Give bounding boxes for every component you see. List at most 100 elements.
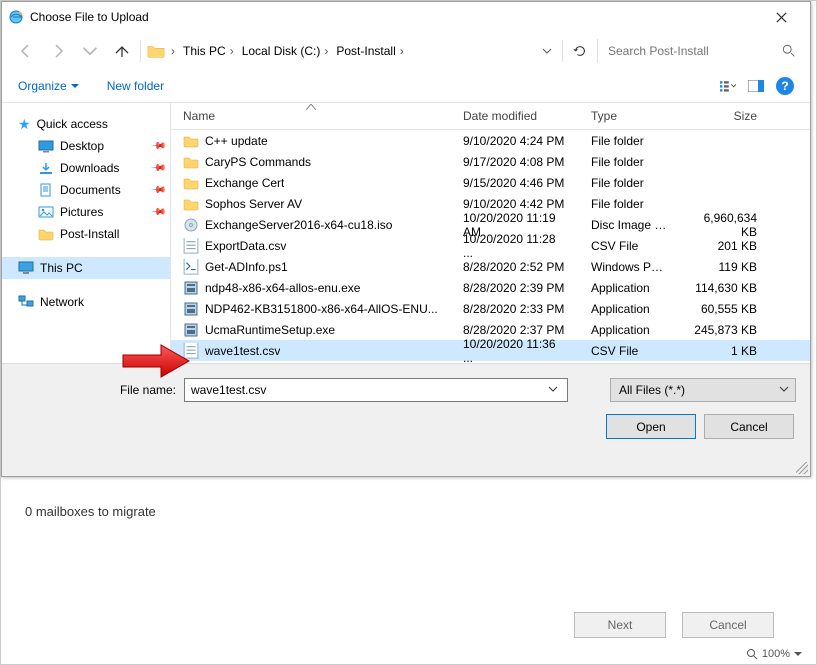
breadcrumb-root[interactable]: › [145,39,181,63]
quick-access-icon: ★ [18,116,31,133]
file-date: 8/28/2020 2:37 PM [451,323,579,337]
folder-icon [183,154,199,170]
title-bar: Choose File to Upload [2,2,810,32]
chevron-down-icon [779,384,789,394]
column-type[interactable]: Type [579,109,679,123]
forward-button[interactable] [44,39,72,63]
file-size: 245,873 KB [679,323,769,337]
open-button[interactable]: Open [606,414,696,439]
chevron-down-icon [82,43,98,59]
file-name: wave1test.csv [205,344,280,358]
pin-icon: 📌 [149,160,166,177]
csv-icon [183,238,199,254]
file-row[interactable]: ndp48-x86-x64-allos-enu.exe8/28/2020 2:3… [171,277,810,298]
arrow-right-icon [50,43,66,59]
network-icon [18,295,34,309]
pin-icon: 📌 [149,182,166,199]
sidebar-network[interactable]: Network [2,291,170,313]
breadcrumb-seg-0[interactable]: This PC› [181,39,240,63]
file-list: Name Date modified Type Size C++ update 9… [171,103,810,363]
preview-pane-button[interactable] [742,74,770,98]
file-type: CSV File [579,239,679,253]
disc-icon [183,217,199,233]
sidebar-item-downloads[interactable]: Downloads 📌 [2,157,170,179]
sidebar-this-pc[interactable]: This PC [2,257,170,279]
breadcrumb-seg-1[interactable]: Local Disk (C:)› [240,39,335,63]
file-date: 9/10/2020 4:24 PM [451,134,579,148]
file-date: 10/20/2020 11:28 ... [451,232,579,260]
zoom-indicator[interactable]: 100% [746,648,802,660]
file-name: Get-ADInfo.ps1 [205,260,288,274]
organize-menu[interactable]: Organize [18,79,79,93]
chevron-down-icon [794,650,802,658]
pictures-icon [38,205,54,219]
mailboxes-count-label: 0 mailboxes to migrate [25,504,792,519]
cancel-button[interactable]: Cancel [704,414,794,439]
breadcrumb[interactable]: › This PC› Local Disk (C:)› Post-Install… [145,39,532,63]
next-button[interactable]: Next [574,612,666,638]
view-options-button[interactable] [714,74,742,98]
pin-icon: 📌 [149,204,166,221]
sidebar-quick-access[interactable]: ★ Quick access [2,113,170,135]
internet-explorer-icon [8,9,24,25]
column-size[interactable]: Size [679,109,769,123]
search-box[interactable] [597,39,800,63]
file-name-input[interactable] [184,378,568,402]
chevron-down-icon [542,46,552,56]
sidebar-item-label: Documents [60,183,121,197]
file-type: CSV File [579,344,679,358]
column-date[interactable]: Date modified [451,109,579,123]
wizard-cancel-button[interactable]: Cancel [682,612,774,638]
column-name[interactable]: Name [171,109,451,123]
toolbar: Organize New folder ? [2,70,810,103]
up-button[interactable] [108,39,136,63]
file-name: UcmaRuntimeSetup.exe [205,323,335,337]
recent-locations-button[interactable] [76,39,104,63]
sidebar-item-post-install[interactable]: Post-Install [2,223,170,245]
file-row[interactable]: CaryPS Commands9/17/2020 4:08 PMFile fol… [171,151,810,172]
sidebar-item-label: Pictures [60,205,103,219]
sidebar-item-desktop[interactable]: Desktop📌 [2,135,170,157]
refresh-button[interactable] [567,39,593,63]
file-row[interactable]: wave1test.csv10/20/2020 11:36 ...CSV Fil… [171,340,810,361]
search-input[interactable] [606,43,782,59]
file-open-dialog: Choose File to Upload [1,1,811,477]
help-button[interactable]: ? [776,77,794,95]
file-row[interactable]: Exchange Cert9/15/2020 4:46 PMFile folde… [171,172,810,193]
file-name: ExportData.csv [205,239,286,253]
file-type: Application [579,281,679,295]
dialog-body: ★ Quick access Desktop📌Downloads📌Documen… [2,103,810,363]
file-date: 10/20/2020 11:36 ... [451,337,579,365]
file-name: C++ update [205,134,268,148]
file-row[interactable]: Get-ADInfo.ps18/28/2020 2:52 PMWindows P… [171,256,810,277]
sidebar-item-documents[interactable]: Documents 📌 [2,179,170,201]
exe-icon [183,301,199,317]
file-name: Sophos Server AV [205,197,302,211]
back-button[interactable] [12,39,40,63]
csv-icon [183,343,199,359]
address-bar: › This PC› Local Disk (C:)› Post-Install… [2,32,810,70]
file-name: Exchange Cert [205,176,284,190]
new-folder-button[interactable]: New folder [107,79,164,93]
divider [562,40,563,62]
breadcrumb-dropdown[interactable] [536,46,558,56]
sidebar-item-label: Downloads [60,161,119,175]
column-headers[interactable]: Name Date modified Type Size [171,103,810,130]
file-type: File folder [579,176,679,190]
sidebar-item-pictures[interactable]: Pictures 📌 [2,201,170,223]
file-name: NDP462-KB3151800-x86-x64-AllOS-ENU... [205,302,438,316]
file-date: 9/10/2020 4:42 PM [451,197,579,211]
file-date: 9/17/2020 4:08 PM [451,155,579,169]
divider [140,40,141,62]
file-date: 8/28/2020 2:33 PM [451,302,579,316]
file-row[interactable]: ExportData.csv10/20/2020 11:28 ...CSV Fi… [171,235,810,256]
pin-icon: 📌 [149,138,166,155]
breadcrumb-seg-2[interactable]: Post-Install› [334,39,409,63]
folder-icon [38,227,54,241]
resize-grip[interactable] [796,462,808,474]
close-button[interactable] [758,6,804,28]
file-row[interactable]: NDP462-KB3151800-x86-x64-AllOS-ENU... 8/2… [171,298,810,319]
file-size: 201 KB [679,239,769,253]
file-row[interactable]: C++ update9/10/2020 4:24 PMFile folder [171,130,810,151]
file-type-filter[interactable]: All Files (*.*) [610,378,796,402]
